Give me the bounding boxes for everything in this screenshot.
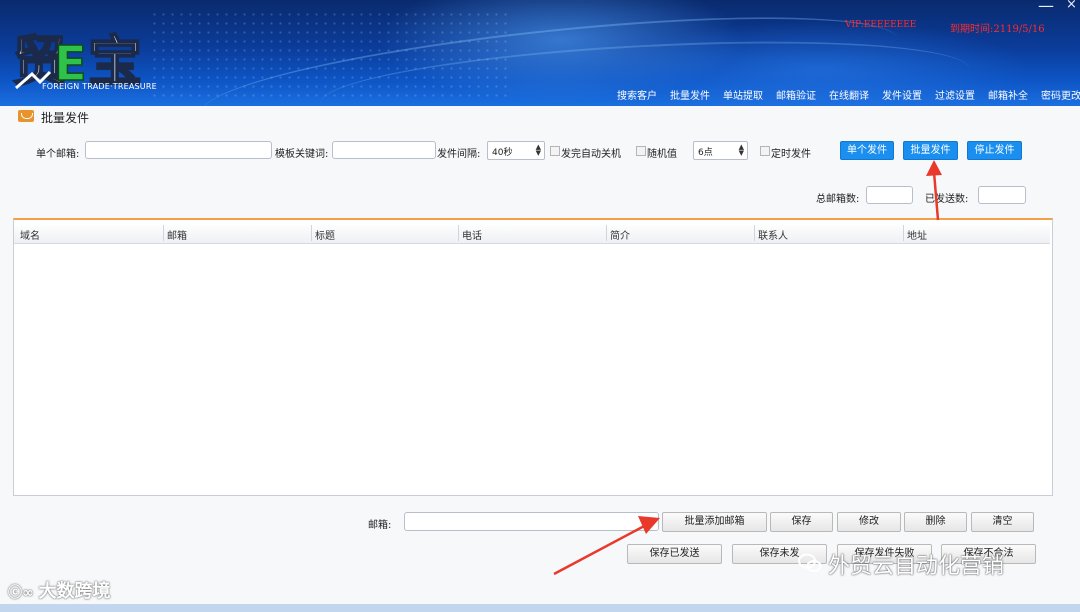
nav-send-settings[interactable]: 发件设置 bbox=[882, 87, 922, 102]
nav-filter-settings[interactable]: 过滤设置 bbox=[935, 87, 975, 102]
nav-online-translate[interactable]: 在线翻译 bbox=[829, 87, 869, 102]
single-send-button[interactable]: 单个发件 bbox=[840, 141, 894, 160]
nav-email-complete[interactable]: 邮箱补全 bbox=[988, 87, 1028, 102]
single-email-input[interactable] bbox=[85, 141, 272, 159]
column-domain[interactable]: 域名 bbox=[20, 227, 40, 242]
auto-shutdown-label: 发完自动关机 bbox=[561, 149, 621, 160]
table-header: 域名 邮箱 标题 电话 简介 联系人 地址 bbox=[14, 223, 1050, 244]
column-intro[interactable]: 简介 bbox=[610, 227, 630, 242]
timed-send-label: 定时发件 bbox=[771, 149, 811, 160]
column-contact[interactable]: 联系人 bbox=[758, 227, 788, 242]
hour-select[interactable]: 6点 ▲ ▼ bbox=[693, 141, 748, 160]
email-label: 邮箱: bbox=[368, 520, 392, 531]
column-divider[interactable] bbox=[458, 225, 459, 241]
window-bottom-edge bbox=[0, 604, 1080, 612]
nav-change-password[interactable]: 密码更改 bbox=[1041, 87, 1080, 102]
column-divider[interactable] bbox=[311, 225, 312, 241]
batch-add-email-button[interactable]: 批量添加邮箱 bbox=[662, 512, 767, 532]
watermark-right: 外贸云自动化营销 bbox=[828, 554, 1005, 579]
watermark-left: ⓒ∞ 大数跨境 bbox=[8, 577, 111, 603]
save-button[interactable]: 保存 bbox=[770, 512, 833, 532]
header-banner: — × 贸 E 宝 FOREIGN TRADE·TREASURE VIP:EEE… bbox=[0, 0, 1080, 106]
expire-label: 到期时间:2119/5/16 bbox=[950, 24, 1045, 35]
wechat-icon bbox=[798, 553, 822, 572]
spinner-icon: ▲ ▼ bbox=[535, 143, 541, 157]
clear-button[interactable]: 清空 bbox=[971, 512, 1034, 532]
random-checkbox[interactable] bbox=[636, 146, 646, 156]
column-email[interactable]: 邮箱 bbox=[167, 227, 187, 242]
hour-value: 6点 bbox=[698, 148, 713, 158]
annotation-arrow-icon bbox=[926, 160, 942, 221]
column-divider[interactable] bbox=[163, 225, 164, 241]
nav-batch-send[interactable]: 批量发件 bbox=[670, 87, 710, 102]
column-phone[interactable]: 电话 bbox=[462, 227, 482, 242]
delete-button[interactable]: 删除 bbox=[904, 512, 967, 532]
batch-send-button[interactable]: 批量发件 bbox=[903, 141, 958, 160]
send-interval-value: 40秒 bbox=[492, 148, 513, 158]
column-divider[interactable] bbox=[754, 225, 755, 241]
single-email-label: 单个邮箱: bbox=[36, 149, 80, 160]
nav-search-customers[interactable]: 搜索客户 bbox=[617, 87, 657, 102]
annotation-arrow-icon-2 bbox=[553, 516, 660, 576]
top-nav: 搜索客户 批量发件 单站提取 邮箱验证 在线翻译 发件设置 过滤设置 邮箱补全 … bbox=[617, 87, 1080, 102]
logo-subtitle: FOREIGN TRADE·TREASURE bbox=[42, 82, 157, 91]
app-window: — × 贸 E 宝 FOREIGN TRADE·TREASURE VIP:EEE… bbox=[0, 0, 1080, 612]
template-keyword-label: 模板关键词: bbox=[275, 149, 329, 160]
total-emails-field bbox=[866, 186, 913, 204]
send-interval-label: 发件间隔: bbox=[437, 149, 481, 160]
send-interval-select[interactable]: 40秒 ▲ ▼ bbox=[487, 141, 545, 160]
mail-icon bbox=[18, 110, 34, 122]
sent-count-field bbox=[978, 186, 1026, 204]
section-title: 批量发件 bbox=[41, 111, 90, 125]
stop-send-button[interactable]: 停止发件 bbox=[967, 141, 1022, 160]
column-divider[interactable] bbox=[903, 225, 904, 241]
minimize-button[interactable]: — bbox=[1038, 0, 1054, 15]
auto-shutdown-checkbox[interactable] bbox=[550, 146, 560, 156]
contacts-table: 域名 邮箱 标题 电话 简介 联系人 地址 bbox=[13, 218, 1053, 496]
nav-single-site-extract[interactable]: 单站提取 bbox=[723, 87, 763, 102]
column-title[interactable]: 标题 bbox=[315, 227, 335, 242]
column-divider[interactable] bbox=[606, 225, 607, 241]
spinner-icon: ▲ ▼ bbox=[738, 143, 744, 157]
watermark-left-text: 大数跨境 bbox=[38, 581, 111, 602]
column-address[interactable]: 地址 bbox=[907, 227, 927, 242]
edit-button[interactable]: 修改 bbox=[837, 512, 901, 532]
close-button[interactable]: × bbox=[1066, 0, 1077, 12]
watermark-logo-icon: ⓒ∞ bbox=[8, 585, 39, 601]
vip-label: VIP:EEEEEEEE bbox=[845, 20, 917, 30]
timed-send-checkbox[interactable] bbox=[760, 146, 770, 156]
nav-email-verify[interactable]: 邮箱验证 bbox=[776, 87, 816, 102]
template-keyword-input[interactable] bbox=[332, 141, 436, 159]
random-label: 随机值 bbox=[647, 149, 677, 160]
total-emails-label: 总邮箱数: bbox=[816, 194, 860, 205]
